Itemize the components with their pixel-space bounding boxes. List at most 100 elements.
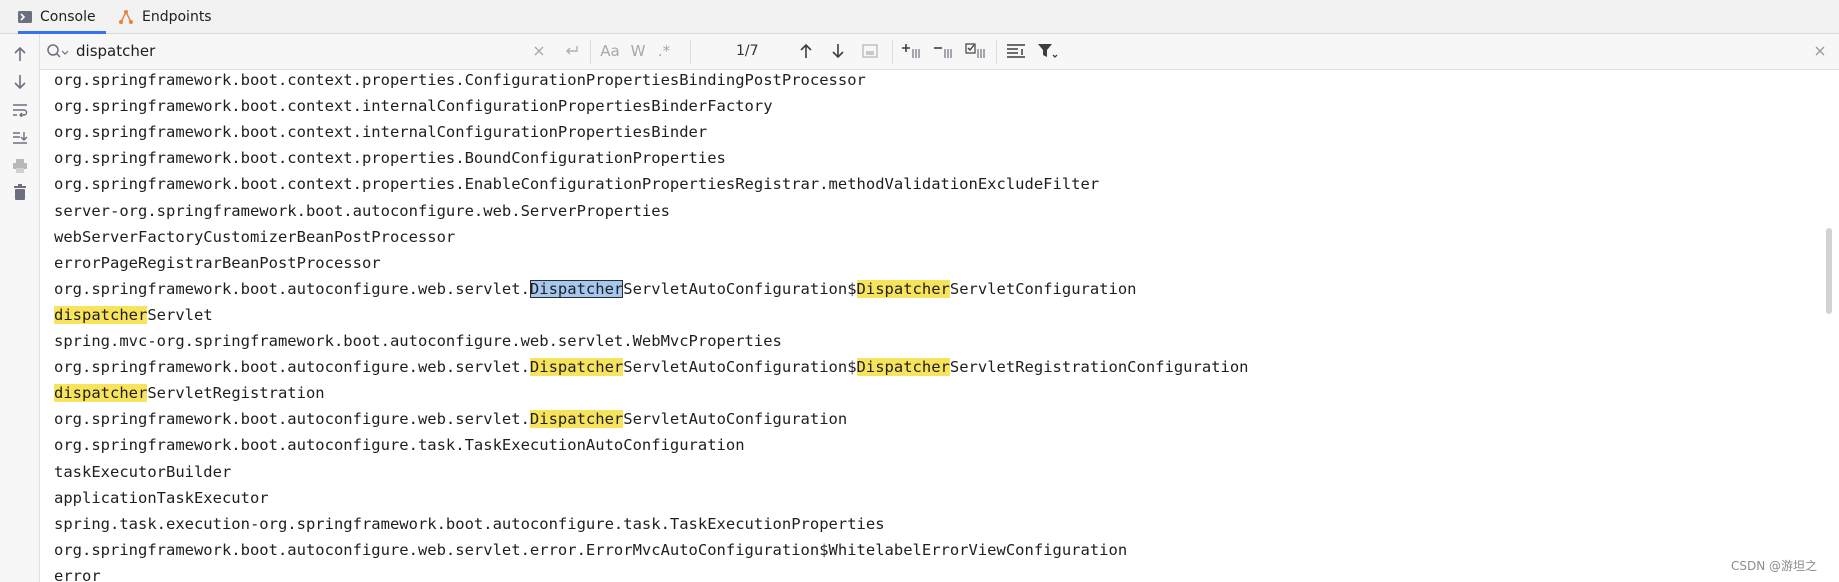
scroll-up-button[interactable]	[10, 44, 30, 64]
line-text: webServerFactoryCustomizerBeanPostProces…	[54, 227, 456, 246]
select-all-button[interactable]	[964, 41, 988, 61]
tab-endpoints[interactable]: Endpoints	[118, 0, 222, 34]
endpoints-icon	[119, 10, 133, 24]
remove-selection-icon	[934, 47, 952, 58]
line-text: server-org.springframework.boot.autoconf…	[54, 201, 670, 220]
clear-all-button[interactable]	[10, 182, 30, 202]
console-line: org.springframework.boot.autoconfigure.w…	[54, 538, 1127, 562]
console-line: dispatcherServlet	[54, 303, 213, 327]
filter-options-button[interactable]	[1004, 41, 1028, 61]
console-line: server-org.springframework.boot.autoconf…	[54, 199, 670, 223]
scroll-down-button[interactable]	[10, 72, 30, 92]
line-text: Servlet	[147, 305, 213, 324]
console-line: spring.task.execution-org.springframewor…	[54, 512, 885, 536]
console-line: org.springframework.boot.context.propert…	[54, 146, 726, 170]
print-icon	[13, 159, 27, 173]
filter-funnel-icon	[1038, 44, 1058, 58]
watermark: CSDN @游坦之	[1730, 559, 1817, 573]
line-text: ServletAutoConfiguration$	[623, 358, 857, 377]
scroll-to-end-button[interactable]	[10, 128, 30, 148]
line-text: org.springframework.boot.context.interna…	[54, 97, 773, 116]
soft-wrap-icon	[13, 104, 28, 117]
close-icon	[534, 46, 544, 56]
tool-window-tabbar: Console Endpoints	[0, 0, 1839, 34]
arrow-up-icon	[14, 46, 26, 61]
console-line: org.springframework.boot.autoconfigure.w…	[54, 277, 1137, 301]
console-line: taskExecutorBuilder	[54, 460, 231, 484]
add-selection-icon	[902, 44, 920, 58]
console-line: org.springframework.boot.context.propert…	[54, 172, 1099, 196]
console-line: spring.mvc-org.springframework.boot.auto…	[54, 329, 782, 353]
filter-lines-icon	[1007, 44, 1025, 58]
search-match: Dispatcher	[856, 279, 950, 298]
console-line: org.springframework.boot.context.propert…	[54, 70, 866, 92]
new-line-button[interactable]	[562, 41, 582, 61]
vertical-scrollbar[interactable]	[1819, 70, 1839, 582]
line-text: org.springframework.boot.autoconfigure.w…	[54, 279, 530, 298]
search-icon[interactable]	[46, 42, 70, 66]
line-text: errorPageRegistrarBeanPostProcessor	[54, 253, 381, 272]
match-case-button[interactable]: Aa	[598, 41, 622, 61]
toolbar-separator	[892, 40, 893, 64]
search-match: dispatcher	[54, 305, 148, 324]
search-match: Dispatcher	[529, 358, 624, 377]
toolbar-separator	[590, 40, 591, 64]
line-text: taskExecutorBuilder	[54, 462, 232, 481]
arrow-down-icon	[14, 75, 26, 90]
arrow-down-icon	[832, 44, 844, 59]
console-line: dispatcherServletRegistration	[54, 381, 325, 405]
regex-label: .*	[657, 42, 671, 60]
new-line-icon	[566, 46, 578, 55]
line-text: applicationTaskExecutor	[54, 488, 269, 507]
tab-endpoints-label: Endpoints	[142, 9, 212, 25]
match-count: 1/7	[736, 43, 759, 59]
select-occurrences-icon	[862, 44, 878, 58]
close-icon	[1815, 46, 1825, 56]
soft-wrap-button[interactable]	[10, 100, 30, 120]
search-input[interactable]	[76, 40, 556, 62]
tab-console[interactable]: Console	[18, 0, 106, 34]
add-selection-button[interactable]	[900, 41, 924, 61]
console-line: applicationTaskExecutor	[54, 486, 269, 510]
console-line: org.springframework.boot.context.interna…	[54, 94, 773, 118]
scrollbar-thumb[interactable]	[1826, 228, 1832, 314]
search-match: Dispatcher	[529, 410, 624, 429]
search-match: dispatcher	[54, 384, 148, 403]
line-text: org.springframework.boot.context.propert…	[54, 175, 1100, 194]
trash-icon	[14, 184, 26, 200]
line-text: org.springframework.boot.autoconfigure.t…	[54, 436, 745, 455]
line-text: error	[54, 566, 101, 582]
previous-occurrence-button[interactable]	[796, 41, 816, 61]
toolbar-separator	[996, 40, 997, 64]
line-text: ServletRegistration	[147, 384, 325, 403]
line-text: spring.mvc-org.springframework.boot.auto…	[54, 332, 782, 350]
console-line: error	[54, 564, 101, 582]
line-text: org.springframework.boot.context.propert…	[54, 149, 726, 168]
find-toolbar: Aa W .* 1/7	[40, 34, 1839, 70]
current-search-match: Dispatcher	[529, 279, 624, 298]
next-occurrence-button[interactable]	[828, 41, 848, 61]
whole-words-button[interactable]: W	[628, 41, 648, 61]
line-text: ServletConfiguration	[949, 279, 1137, 298]
match-case-label: Aa	[600, 42, 620, 60]
line-text: org.springframework.boot.autoconfigure.w…	[54, 540, 1128, 559]
line-text: ServletRegistrationConfiguration	[949, 358, 1249, 377]
console-icon	[18, 11, 32, 23]
select-all-occurrences-button[interactable]	[860, 41, 880, 61]
remove-selection-button[interactable]	[932, 41, 956, 61]
line-text: spring.task.execution-org.springframewor…	[54, 514, 885, 533]
print-button[interactable]	[10, 156, 30, 176]
line-text: ServletAutoConfiguration	[623, 410, 848, 429]
filter-button[interactable]	[1036, 41, 1060, 61]
whole-words-label: W	[630, 42, 646, 60]
clear-search-button[interactable]	[530, 41, 548, 61]
line-text: org.springframework.boot.autoconfigure.w…	[54, 410, 530, 429]
console-line: org.springframework.boot.autoconfigure.w…	[54, 407, 847, 431]
console-line: org.springframework.boot.autoconfigure.w…	[54, 355, 1249, 379]
close-find-button[interactable]	[1810, 41, 1830, 61]
toolbar-separator	[690, 40, 691, 64]
regex-button[interactable]: .*	[654, 41, 674, 61]
search-match: Dispatcher	[856, 358, 950, 377]
console-output[interactable]: org.springframework.boot.context.propert…	[40, 70, 1819, 582]
console-line: org.springframework.boot.context.interna…	[54, 120, 707, 144]
